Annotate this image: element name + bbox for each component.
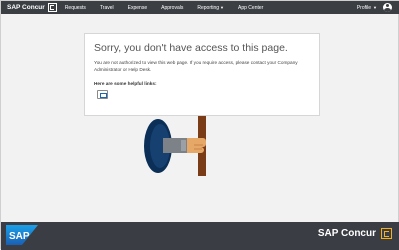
sap-logo-icon[interactable]: SAP — [6, 225, 38, 245]
brand-logo[interactable]: SAP Concur — [7, 3, 57, 12]
nav-item-expense[interactable]: Expense — [128, 5, 147, 11]
nav-item-travel[interactable]: Travel — [100, 5, 114, 11]
concur-logo-icon — [381, 228, 392, 239]
profile-label: Profile — [356, 4, 372, 11]
nav-item-reporting-label: Reporting — [197, 4, 220, 11]
brand-name: SAP Concur — [7, 4, 45, 11]
helpful-links-label: Here are some helpful links: — [94, 81, 157, 87]
footer-brand: SAP Concur — [318, 228, 392, 239]
nav-item-requests[interactable]: Requests — [65, 5, 86, 11]
footer: SAP SAP Concur — [1, 222, 399, 250]
footer-brand-name: SAP Concur — [317, 228, 376, 239]
avatar-icon[interactable] — [383, 3, 392, 12]
nav-item-reporting[interactable]: Reporting▼ — [197, 5, 224, 11]
access-denied-card: Sorry, you don't have access to this pag… — [84, 33, 320, 116]
sleeve-shape — [163, 138, 191, 153]
page-title: Sorry, you don't have access to this pag… — [94, 42, 288, 54]
top-nav-bar: SAP Concur Requests Travel Expense Appro… — [1, 1, 399, 14]
hand-sign-illustration — [144, 116, 206, 176]
link-icon[interactable] — [97, 90, 108, 100]
nav-item-app-center[interactable]: App Center — [238, 5, 263, 11]
nav-item-approvals[interactable]: Approvals — [161, 5, 183, 11]
sap-logo-text: SAP — [9, 231, 30, 242]
app-window: SAP Concur Requests Travel Expense Appro… — [0, 0, 399, 250]
concur-logo-icon — [47, 3, 57, 12]
caret-down-icon: ▼ — [373, 5, 377, 10]
main-nav: Requests Travel Expense Approvals Report… — [65, 5, 278, 11]
caret-down-icon: ▼ — [220, 4, 225, 10]
profile-menu[interactable]: Profile ▼ — [357, 1, 392, 14]
access-message: You are not authorized to view this web … — [94, 60, 298, 72]
